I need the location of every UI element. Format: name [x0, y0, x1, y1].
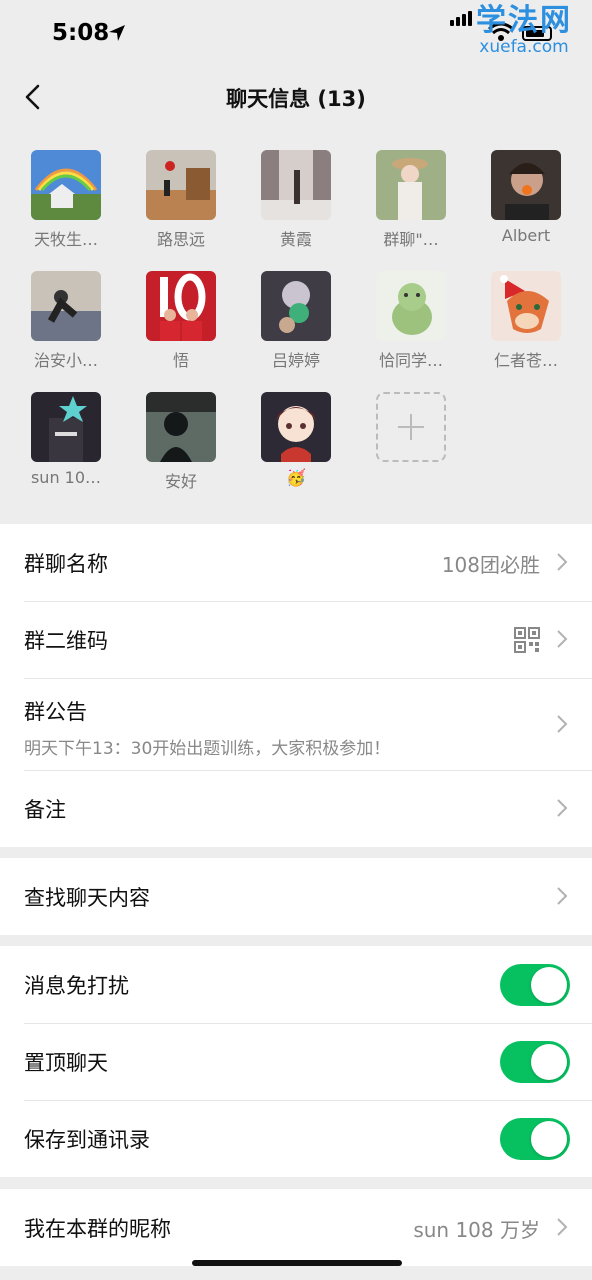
avatar [146, 150, 216, 220]
member-item[interactable]: 路思远 [131, 150, 231, 250]
avatar [146, 271, 216, 341]
member-name: 悟 [172, 351, 189, 370]
group-notice-label: 群公告 [24, 700, 87, 724]
group-qr-label: 群二维码 [24, 629, 108, 653]
nickname-section: 我在本群的昵称 sun 108 万岁 [0, 1189, 592, 1266]
member-item[interactable]: 吕婷婷 [246, 271, 346, 371]
pin-label: 置顶聊天 [24, 1051, 108, 1075]
pin-toggle[interactable] [500, 1041, 570, 1083]
pin-row: 置顶聊天 [0, 1023, 592, 1100]
qr-code-icon [514, 627, 540, 653]
chevron-right-icon [557, 553, 568, 571]
member-grid: 天牧生… 路思远 黄霞 群聊"… Albert 治安小… 悟 吕婷婷 恰同学… … [0, 124, 592, 512]
avatar [31, 271, 101, 341]
group-qr-row[interactable]: 群二维码 [0, 601, 592, 678]
chevron-right-icon [557, 799, 568, 817]
home-indicator [192, 1260, 402, 1266]
mute-label: 消息免打扰 [24, 974, 129, 998]
member-item[interactable]: 群聊"… [361, 150, 461, 250]
group-name-value: 108团必胜 [441, 553, 540, 577]
page-title: 聊天信息 (13) [226, 87, 366, 111]
member-name: 吕婷婷 [271, 351, 320, 370]
member-item[interactable]: 天牧生… [16, 150, 116, 250]
avatar [376, 150, 446, 220]
status-bar: 5:08 学法网 xuefa.com [0, 0, 592, 70]
member-item[interactable]: 🥳 [246, 392, 346, 487]
nickname-value: sun 108 万岁 [413, 1218, 540, 1242]
member-item[interactable]: 黄霞 [246, 150, 346, 250]
member-name: 安好 [164, 472, 197, 491]
group-name-label: 群聊名称 [24, 552, 108, 576]
member-name: 仁者苍… [493, 351, 558, 370]
member-item[interactable]: sun 10… [16, 392, 116, 487]
chevron-right-icon [557, 715, 568, 733]
member-item[interactable]: 治安小… [16, 271, 116, 371]
group-settings-section: 群聊名称 108团必胜 群二维码 群公告 明天下午13：30开始出题训练，大家积… [0, 524, 592, 847]
avatar [261, 271, 331, 341]
member-name: 群聊"… [383, 230, 439, 249]
member-item[interactable]: 恰同学… [361, 271, 461, 371]
add-icon[interactable] [376, 392, 446, 462]
member-name: 黄霞 [279, 230, 312, 249]
status-time: 5:08 [52, 20, 110, 46]
avatar [31, 150, 101, 220]
chevron-right-icon [557, 1218, 568, 1236]
member-item[interactable]: Albert [476, 150, 576, 245]
group-notice-row[interactable]: 群公告 明天下午13：30开始出题训练，大家积极参加！ [0, 678, 592, 770]
nickname-row[interactable]: 我在本群的昵称 sun 108 万岁 [0, 1189, 592, 1266]
mute-toggle[interactable] [500, 964, 570, 1006]
nav-bar: 聊天信息 (13) [0, 70, 592, 124]
watermark-logo: 学法网 xuefa.com [476, 3, 572, 57]
member-item[interactable]: 仁者苍… [476, 271, 576, 371]
avatar [146, 392, 216, 462]
search-chat-row[interactable]: 查找聊天内容 [0, 858, 592, 935]
chevron-right-icon [557, 887, 568, 905]
nickname-label: 我在本群的昵称 [24, 1217, 171, 1241]
member-name: 🥳 [286, 468, 306, 487]
group-notice-text: 明天下午13：30开始出题训练，大家积极参加！ [24, 739, 391, 759]
chevron-right-icon [557, 630, 568, 648]
mute-row: 消息免打扰 [0, 946, 592, 1023]
member-name: Albert [501, 226, 551, 245]
toggles-section: 消息免打扰 置顶聊天 保存到通讯录 [0, 946, 592, 1177]
avatar [491, 271, 561, 341]
member-name: 恰同学… [378, 351, 443, 370]
member-name: 天牧生… [33, 230, 98, 249]
avatar [261, 392, 331, 462]
add-member-button[interactable] [361, 392, 461, 462]
member-name: 路思远 [156, 230, 205, 249]
remark-row[interactable]: 备注 [0, 770, 592, 847]
member-item[interactable]: 安好 [131, 392, 231, 492]
remark-label: 备注 [24, 798, 66, 822]
save-contacts-toggle[interactable] [500, 1118, 570, 1160]
search-section: 查找聊天内容 [0, 858, 592, 935]
avatar [376, 271, 446, 341]
group-name-row[interactable]: 群聊名称 108团必胜 [0, 524, 592, 601]
member-item[interactable]: 悟 [131, 271, 231, 371]
search-chat-label: 查找聊天内容 [24, 886, 150, 910]
member-name: sun 10… [30, 468, 102, 487]
avatar [491, 150, 561, 220]
location-arrow-icon [109, 25, 125, 41]
avatar [31, 392, 101, 462]
save-contacts-label: 保存到通讯录 [24, 1128, 150, 1152]
member-name: 治安小… [33, 351, 98, 370]
save-contacts-row: 保存到通讯录 [0, 1100, 592, 1177]
avatar [261, 150, 331, 220]
